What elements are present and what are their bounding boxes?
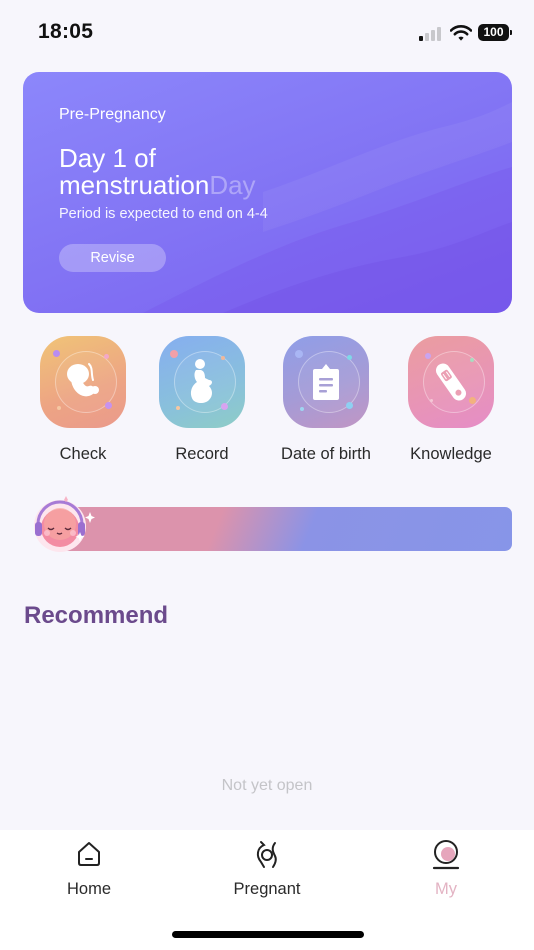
headphones-mascot-icon [34, 496, 95, 552]
pregnant-icon [256, 841, 277, 868]
status-bar: 18:05 100 [0, 0, 534, 62]
fetus-icon [40, 336, 126, 428]
cycle-status-card[interactable]: Pre-Pregnancy Day 1 of menstruationDay P… [23, 72, 512, 313]
promo-banner[interactable] [52, 507, 512, 551]
nav-label-pregnant: Pregnant [233, 880, 301, 898]
revise-button[interactable]: Revise [59, 244, 166, 272]
cycle-day-title: Day 1 of menstruationDay [59, 145, 256, 199]
battery-level: 100 [478, 24, 509, 41]
cycle-day-line2: menstruation [59, 170, 210, 200]
tile-label: Knowledge [410, 445, 492, 463]
nav-label-my: My [435, 880, 457, 898]
bottom-nav: Home Pregnant My [0, 830, 534, 950]
period-end-text: Period is expected to end on 4-4 [59, 206, 268, 222]
empty-state-text: Not yet open [221, 777, 313, 794]
tile-date-of-birth[interactable]: Date of birth [266, 336, 386, 466]
nav-item-pregnant[interactable]: Pregnant [207, 838, 327, 898]
pregnant-woman-icon [159, 336, 245, 428]
stage-label: Pre-Pregnancy [59, 106, 166, 123]
cycle-day-line1: Day 1 of [59, 143, 156, 173]
nav-item-home[interactable]: Home [29, 838, 149, 898]
feature-tiles: Check Record Date of birth Knowledge [0, 336, 534, 466]
tile-label: Date of birth [281, 445, 371, 463]
tile-knowledge[interactable]: Knowledge [391, 336, 511, 466]
profile-icon [432, 840, 460, 870]
wifi-icon [450, 25, 472, 41]
recommend-heading: Recommend [24, 602, 169, 629]
tile-record[interactable]: Record [142, 336, 262, 466]
home-screen: 18:05 100 Pre-Pregnancy Day 1 of menstru… [0, 0, 534, 950]
tile-label: Check [59, 445, 107, 463]
home-icon [78, 842, 100, 866]
battery-icon: 100 [478, 24, 512, 41]
cycle-day-ghost-text: Day [209, 170, 256, 200]
nav-label-home: Home [66, 880, 111, 898]
home-indicator[interactable] [172, 931, 364, 938]
cellular-signal-icon [419, 27, 443, 41]
tile-check[interactable]: Check [23, 336, 143, 466]
tile-label: Record [175, 445, 229, 463]
status-time: 18:05 [38, 20, 94, 43]
nav-item-my[interactable]: My [386, 838, 506, 898]
pregnancy-test-icon [408, 336, 494, 428]
clipboard-icon [283, 336, 369, 428]
